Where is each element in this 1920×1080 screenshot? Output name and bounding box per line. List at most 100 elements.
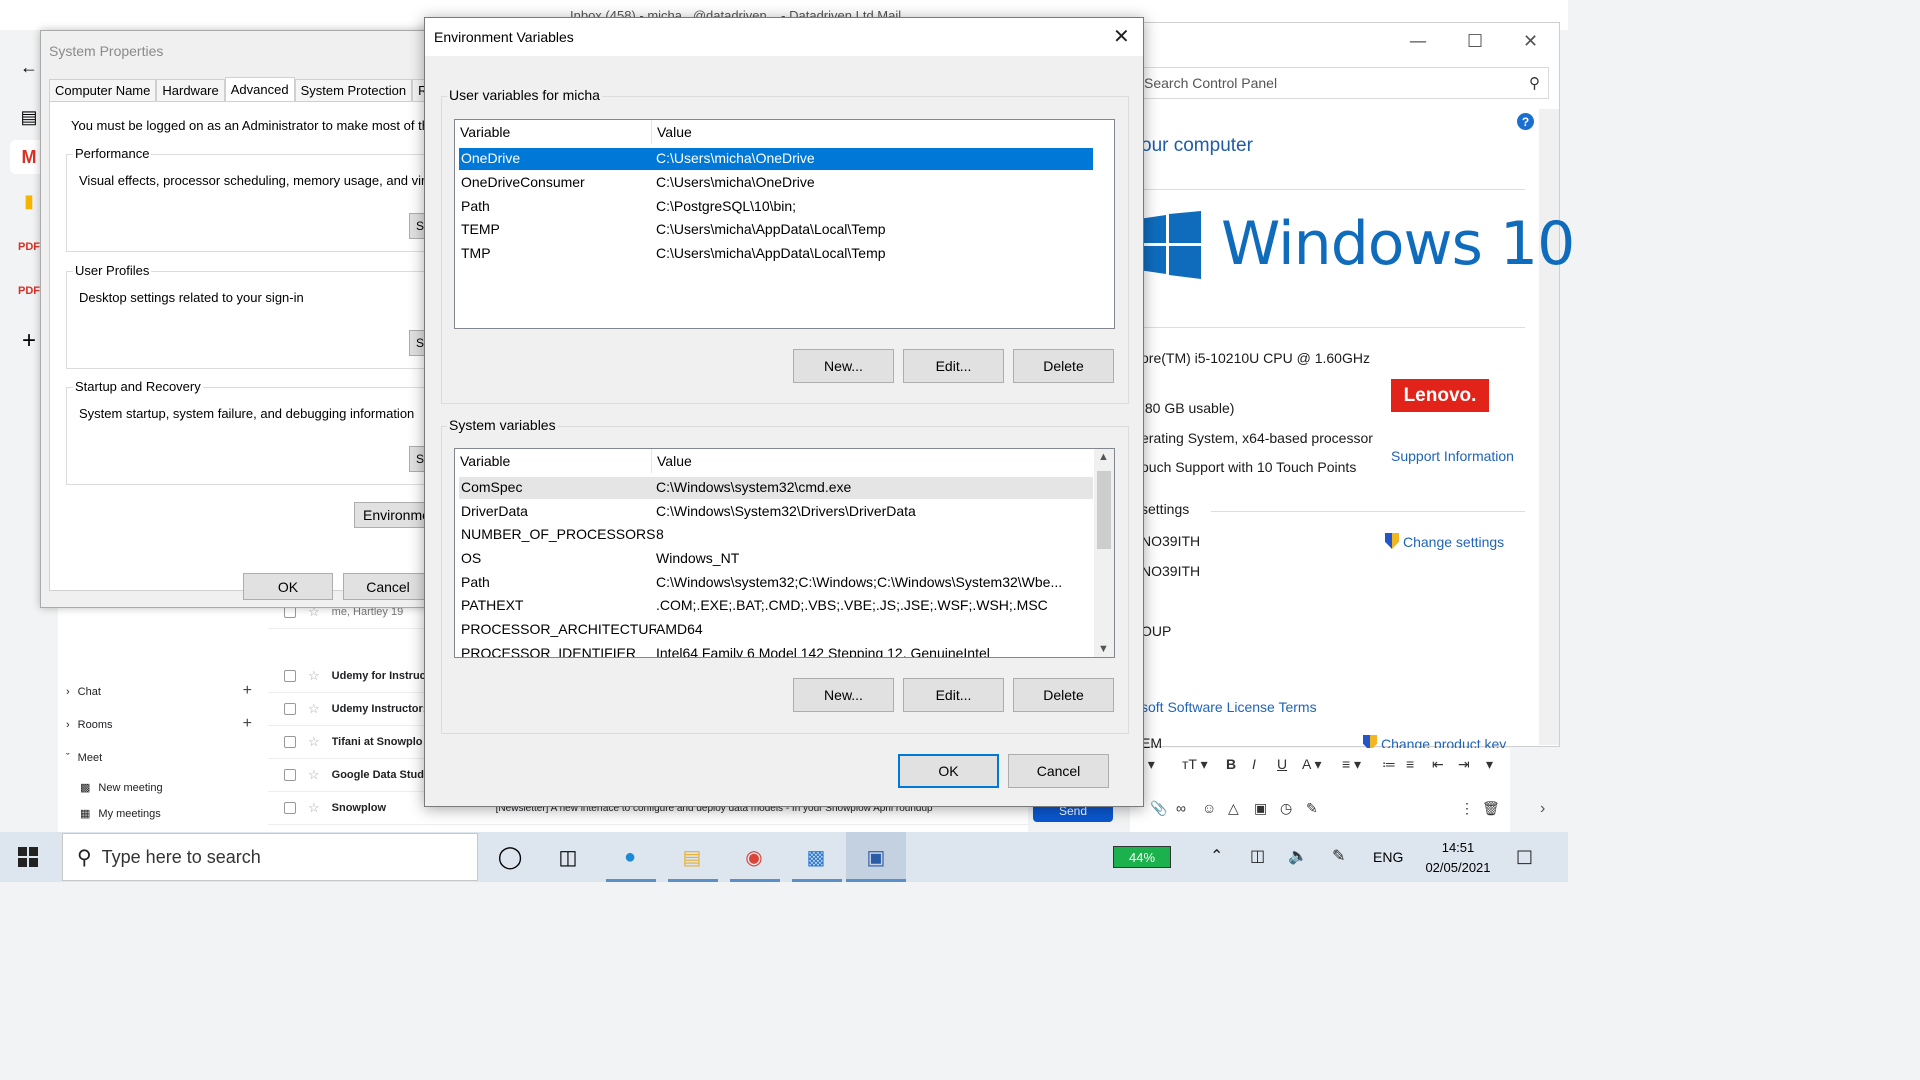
close-icon[interactable]: ✕ xyxy=(1523,31,1538,52)
close-icon[interactable]: ✕ xyxy=(1113,24,1130,48)
add-room-icon[interactable]: + xyxy=(243,715,252,733)
cancel-button[interactable]: Cancel xyxy=(1008,754,1109,788)
scroll-up-icon[interactable]: ▲ xyxy=(1098,451,1109,463)
table-row[interactable]: TEMP C:\Users\micha\AppData\Local\Temp xyxy=(459,219,1093,241)
checkbox[interactable] xyxy=(284,736,296,748)
license-terms-link[interactable]: soft Software License Terms xyxy=(1141,699,1317,715)
meet-now-icon[interactable]: ◫ xyxy=(1250,846,1265,865)
text-color-icon[interactable]: A ▾ xyxy=(1302,756,1321,773)
cancel-button[interactable]: Cancel xyxy=(343,573,433,600)
file-explorer-icon[interactable]: ▤ xyxy=(676,841,708,873)
tab-advanced[interactable]: Advanced xyxy=(224,77,295,101)
start-button[interactable] xyxy=(18,847,38,867)
change-settings-link[interactable]: Change settings xyxy=(1385,533,1504,550)
user-edit-button[interactable]: Edit... xyxy=(903,349,1004,383)
confidential-icon[interactable]: ◷ xyxy=(1280,800,1292,817)
user-variables-table[interactable]: Variable Value OneDrive C:\Users\micha\On… xyxy=(454,119,1115,329)
attach-icon[interactable]: 📎 xyxy=(1150,800,1167,817)
tab-computer-name[interactable]: Computer Name xyxy=(49,79,157,101)
add-chat-icon[interactable]: + xyxy=(243,682,252,700)
indent-more-icon[interactable]: ⇥ xyxy=(1458,756,1470,773)
column-variable[interactable]: Variable xyxy=(455,120,652,144)
text-size-icon[interactable]: ᴛT ▾ xyxy=(1182,756,1208,773)
trash-icon[interactable]: 🗑 xyxy=(1482,800,1500,817)
table-row[interactable]: OS Windows_NT xyxy=(459,548,1093,570)
scrollbar[interactable] xyxy=(1539,109,1559,745)
star-icon[interactable]: ☆ xyxy=(308,668,320,684)
volume-icon[interactable]: 🔈 xyxy=(1288,846,1308,865)
scrollbar[interactable]: ▲ ▼ xyxy=(1094,449,1114,657)
user-new-button[interactable]: New... xyxy=(793,349,894,383)
ok-button[interactable]: OK xyxy=(243,573,333,600)
battery-indicator[interactable]: 44% xyxy=(1113,846,1171,868)
table-row[interactable]: PROCESSOR_ARCHITECTURE AMD64 xyxy=(459,619,1093,641)
more-formatting-icon[interactable]: ▾ xyxy=(1486,756,1493,773)
user-delete-button[interactable]: Delete xyxy=(1013,349,1114,383)
checkbox[interactable] xyxy=(284,703,296,715)
table-row[interactable]: NUMBER_OF_PROCESSORS 8 xyxy=(459,524,1093,546)
table-row[interactable]: PATHEXT .COM;.EXE;.BAT;.CMD;.VBS;.VBE;.JS… xyxy=(459,595,1093,617)
photo-icon[interactable]: ▣ xyxy=(1254,800,1267,817)
task-view-icon[interactable]: ◫ xyxy=(552,841,584,873)
column-value[interactable]: Value xyxy=(652,449,697,473)
table-row[interactable]: DriverData C:\Windows\System32\Drivers\Dr… xyxy=(459,501,1093,523)
numbered-list-icon[interactable]: ≔ xyxy=(1382,756,1396,773)
star-icon[interactable]: ☆ xyxy=(308,767,320,783)
edge-icon[interactable]: ● xyxy=(614,841,646,873)
system-edit-button[interactable]: Edit... xyxy=(903,678,1004,712)
bulleted-list-icon[interactable]: ≡ xyxy=(1406,756,1414,772)
italic-icon[interactable]: I xyxy=(1252,756,1256,772)
chevron-right-icon[interactable]: › xyxy=(1540,800,1545,818)
support-information-link[interactable]: Support Information xyxy=(1391,448,1514,464)
system-variables-table[interactable]: Variable Value ComSpec C:\Windows\system3… xyxy=(454,448,1115,658)
table-row[interactable]: PROCESSOR_IDENTIFIER Intel64 Family 6 Mod… xyxy=(459,643,1093,657)
system-properties-icon[interactable]: ▣ xyxy=(860,841,892,873)
my-meetings-link[interactable]: ▦ My meetings xyxy=(80,807,161,821)
table-row[interactable]: OneDrive C:\Users\micha\OneDrive xyxy=(459,148,1093,170)
column-variable[interactable]: Variable xyxy=(455,449,652,473)
scroll-thumb[interactable] xyxy=(1097,471,1111,549)
bold-icon[interactable]: B xyxy=(1226,756,1236,772)
drive-icon[interactable]: △ xyxy=(1228,800,1239,817)
table-row[interactable]: TMP C:\Users\micha\AppData\Local\Temp xyxy=(459,243,1093,265)
star-icon[interactable]: ☆ xyxy=(308,734,320,750)
nav-rooms[interactable]: › Rooms xyxy=(66,719,113,731)
table-row[interactable]: OneDriveConsumer C:\Users\micha\OneDrive xyxy=(459,172,1093,194)
minimize-icon[interactable]: — xyxy=(1409,31,1427,52)
maximize-icon[interactable]: ☐ xyxy=(1467,31,1483,52)
more-options-icon[interactable]: ⋮ xyxy=(1460,800,1474,817)
tab-hardware[interactable]: Hardware xyxy=(156,79,225,101)
table-row[interactable]: Path C:\PostgreSQL\10\bin; xyxy=(459,196,1093,218)
clock-date[interactable]: 02/05/2021 xyxy=(1418,860,1498,875)
checkbox[interactable] xyxy=(284,670,296,682)
chrome-icon[interactable]: ◉ xyxy=(738,841,770,873)
checkbox[interactable] xyxy=(284,769,296,781)
help-icon[interactable]: ? xyxy=(1517,113,1534,130)
emoji-icon[interactable]: ☺ xyxy=(1202,800,1216,816)
underline-icon[interactable]: U xyxy=(1277,756,1287,772)
ok-button[interactable]: OK xyxy=(898,754,999,788)
table-row[interactable]: Path C:\Windows\system32;C:\Windows;C:\Wi… xyxy=(459,572,1093,594)
chevron-up-icon[interactable]: ⌃ xyxy=(1210,846,1223,865)
language-indicator[interactable]: ENG xyxy=(1373,849,1403,865)
control-panel-search[interactable]: Search Control Panel ⚲ xyxy=(1139,67,1549,99)
tab-system-protection[interactable]: System Protection xyxy=(294,79,413,101)
taskbar-search[interactable]: ⚲ Type here to search xyxy=(62,833,478,881)
scroll-down-icon[interactable]: ▼ xyxy=(1098,643,1109,655)
cortana-icon[interactable]: ◯ xyxy=(494,841,526,873)
pen-icon[interactable]: ✎ xyxy=(1332,846,1345,865)
signature-icon[interactable]: ✎ xyxy=(1306,800,1318,817)
search-icon[interactable]: ⚲ xyxy=(1529,74,1540,92)
indent-less-icon[interactable]: ⇤ xyxy=(1432,756,1444,773)
link-icon[interactable]: ∞ xyxy=(1176,800,1186,816)
clock-time[interactable]: 14:51 xyxy=(1438,840,1478,855)
star-icon[interactable]: ☆ xyxy=(308,800,320,816)
align-icon[interactable]: ≡ ▾ xyxy=(1342,756,1361,773)
system-new-button[interactable]: New... xyxy=(793,678,894,712)
table-row[interactable]: ComSpec C:\Windows\system32\cmd.exe xyxy=(459,477,1093,499)
star-icon[interactable]: ☆ xyxy=(308,701,320,717)
checkbox[interactable] xyxy=(284,802,296,814)
control-panel-icon[interactable]: ▩ xyxy=(800,841,832,873)
system-delete-button[interactable]: Delete xyxy=(1013,678,1114,712)
notifications-icon[interactable]: □ xyxy=(1516,846,1533,867)
